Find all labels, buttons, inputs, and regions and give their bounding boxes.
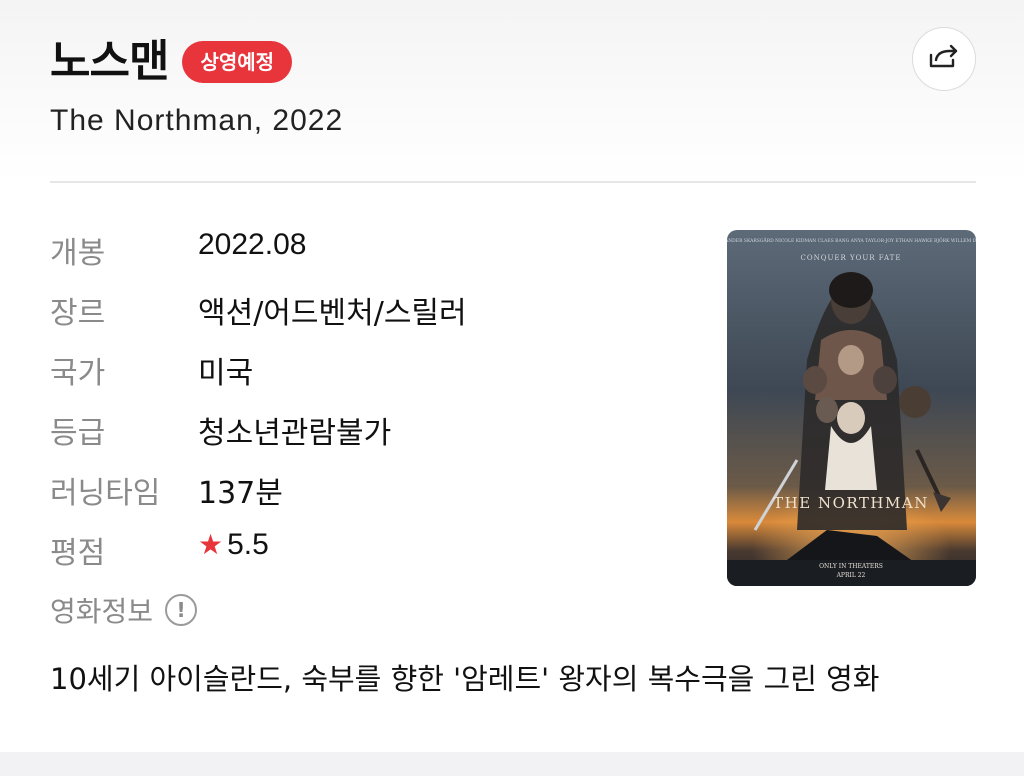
share-icon [928,43,960,75]
runtime-value: 137분 [198,476,283,511]
movie-info-toggle[interactable]: 영화정보 ! [50,590,198,630]
rating-label: 등급 [50,416,106,451]
title-row: 노스맨 상영예정 [50,36,293,87]
country-label: 국가 [50,356,106,391]
release-label: 개봉 [50,236,106,271]
footer-band [0,752,1024,776]
movie-subtitle: The Northman, 2022 [50,104,344,137]
poster-release-date: APRIL 22 [836,572,866,579]
info-icon[interactable]: ! [165,594,198,626]
movie-description: 10세기 아이슬란드, 숙부를 향한 '암레트' 왕자의 복수극을 그린 영화 [50,662,880,696]
movie-info-label: 영화정보 [50,595,154,628]
rating-value: 청소년관람불가 [198,416,392,451]
poster-release-line: ONLY IN THEATERS [819,563,883,570]
country-value: 미국 [198,356,254,391]
genre-label: 장르 [50,296,106,331]
movie-detail-page: 노스맨 상영예정 The Northman, 2022 개봉 2022.08 장… [0,0,1024,776]
header-divider [50,181,976,183]
score-label: 평점 [50,536,106,571]
share-button[interactable] [912,27,976,91]
header: 노스맨 상영예정 The Northman, 2022 [0,0,1024,182]
movie-poster[interactable]: ALEXANDER SKARSGÅRD NICOLE KIDMAN CLAES … [727,230,976,586]
status-badge: 상영예정 [182,41,293,83]
genre-value: 액션/어드벤처/스릴러 [198,296,467,331]
star-icon: ★ [198,529,224,560]
poster-title: THE NORTHMAN [773,494,929,512]
score-value: 5.5 [227,528,269,561]
release-value: 2022.08 [198,228,307,261]
runtime-label: 러닝타임 [50,476,161,511]
score-value-group: ★ 5.5 [198,528,269,562]
movie-title: 노스맨 [50,36,169,87]
poster-tagline: CONQUER YOUR FATE [801,254,902,262]
